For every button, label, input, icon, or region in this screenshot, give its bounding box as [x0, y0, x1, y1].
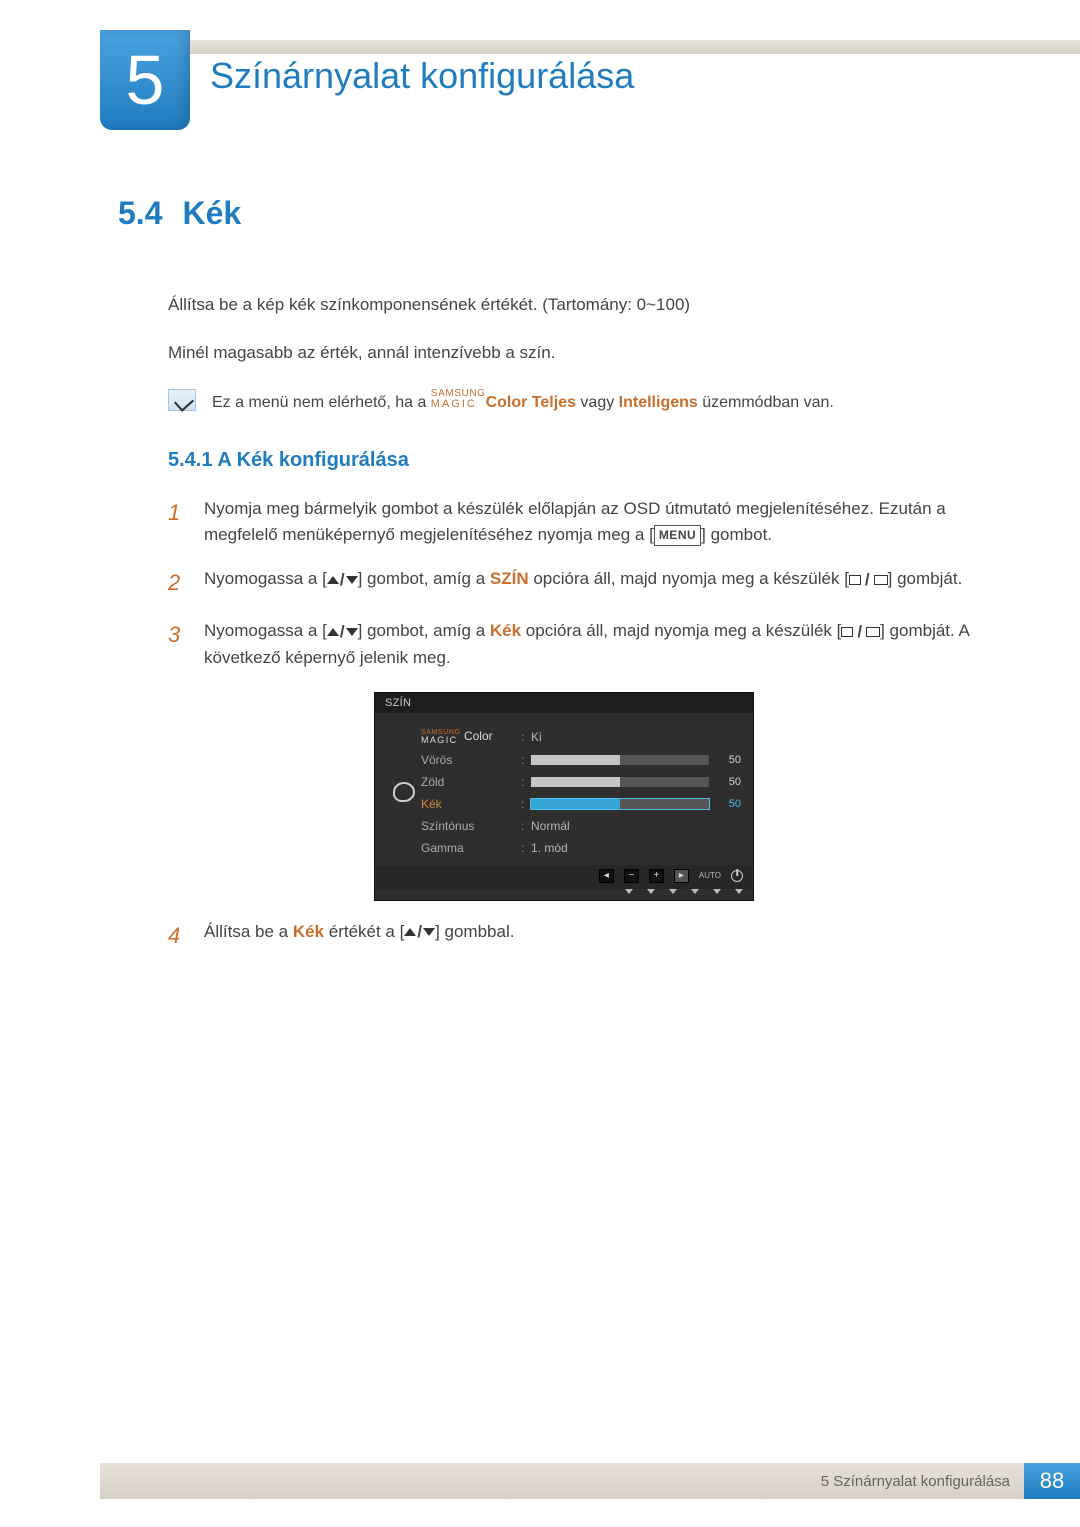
osd-back-icon: ◂ [599, 869, 614, 883]
step2-b: ] gombot, amíg a [358, 569, 490, 588]
step3-c: opcióra áll, majd nyomja meg a készülék … [521, 621, 841, 640]
osd-row-szintonus: Színtónus [421, 819, 521, 833]
osd-row-kek: Kék [421, 797, 521, 811]
step-number: 3 [168, 618, 188, 671]
up-down-arrows-icon: / [404, 919, 435, 945]
osd-row-magic-label: SAMSUNGMAGIC Color [421, 729, 521, 745]
osd-magic-value: Ki [531, 730, 709, 744]
step4-hl: Kék [293, 922, 324, 941]
step-3: 3 Nyomogassa a [/] gombot, amíg a Kék op… [168, 618, 1010, 671]
intro-para-2: Minél magasabb az érték, annál intenzíve… [168, 340, 1010, 366]
step-text: Nyomja meg bármelyik gombot a készülék e… [204, 496, 1010, 549]
osd-zold-bar [531, 777, 709, 787]
step-text: Nyomogassa a [/] gombot, amíg a Kék opci… [204, 618, 1010, 671]
osd-body: SAMSUNGMAGIC Color : Ki Vörös : 50 Zöld … [375, 713, 753, 865]
section-number: 5.4 [118, 195, 162, 232]
magic-bottom: MAGIC [431, 399, 486, 410]
step-number: 2 [168, 566, 188, 600]
osd-kek-bar [531, 799, 709, 809]
chapter-title: Színárnyalat konfigurálása [210, 55, 634, 97]
osd-gamma-val: 1. mód [531, 841, 709, 855]
step3-b: ] gombot, amíg a [358, 621, 490, 640]
note-post: üzemmódban van. [698, 394, 834, 411]
step2-hl: SZÍN [490, 569, 529, 588]
step4-c: ] gombbal. [435, 922, 514, 941]
step2-c: opcióra áll, majd nyomja meg a készülék … [529, 569, 849, 588]
chapter-badge: 5 [100, 30, 190, 130]
osd-power-icon [731, 870, 743, 882]
step-number: 1 [168, 496, 188, 549]
osd-sep: : [521, 730, 531, 744]
step-text: Állítsa be a Kék értékét a [/] gombbal. [204, 919, 514, 953]
intro-para-1: Állítsa be a kép kék színkomponensének é… [168, 292, 1010, 318]
osd-auto-label: AUTO [699, 871, 721, 880]
step-4: 4 Állítsa be a Kék értékét a [/] gombbal… [168, 919, 1010, 953]
osd-szintonus-val: Normál [531, 819, 709, 833]
subsection-number: 5.4.1 [168, 449, 212, 471]
note-hl-2: Intelligens [619, 394, 698, 411]
subsection-title: A Kék konfigurálása [217, 449, 409, 471]
step-1: 1 Nyomja meg bármelyik gombot a készülék… [168, 496, 1010, 549]
osd-button-indicator-row [375, 889, 753, 900]
page-content: 5.4 Kék Állítsa be a kép kék színkompone… [118, 195, 1010, 971]
source-enter-icon: / [849, 567, 888, 593]
step-number: 4 [168, 919, 188, 953]
osd-voros-bar [531, 755, 709, 765]
note-block: Ez a menü nem elérhető, ha a SAMSUNG MAG… [168, 389, 1010, 415]
osd-kek-val: 50 [709, 798, 741, 810]
step3-a: Nyomogassa a [ [204, 621, 327, 640]
osd-enter-icon: ▸ [674, 869, 689, 883]
osd-plus-icon: + [649, 869, 664, 883]
note-color-word: Color [486, 394, 528, 411]
footer-label: 5 Színárnyalat konfigurálása [821, 1473, 1010, 1490]
step-2: 2 Nyomogassa a [/] gombot, amíg a SZÍN o… [168, 566, 1010, 600]
chapter-number: 5 [126, 40, 165, 120]
up-down-arrows-icon: / [327, 619, 358, 645]
up-down-arrows-icon: / [327, 567, 358, 593]
palette-icon [387, 782, 421, 802]
osd-row-zold: Zöld [421, 775, 521, 789]
section-heading: 5.4 Kék [118, 195, 1010, 232]
osd-voros-val: 50 [709, 754, 741, 766]
step3-hl: Kék [490, 621, 521, 640]
note-mid: vagy [576, 394, 619, 411]
note-pre: Ez a menü nem elérhető, ha a [212, 394, 431, 411]
osd-zold-val: 50 [709, 776, 741, 788]
note-icon [168, 389, 196, 411]
osd-screenshot: SZÍN SAMSUNGMAGIC Color : Ki Vörös : 50 … [374, 692, 754, 901]
step4-b: értékét a [ [324, 922, 404, 941]
page-number: 88 [1024, 1463, 1080, 1499]
footer-bar: 5 Színárnyalat konfigurálása 88 [100, 1463, 1080, 1499]
osd-row-gamma: Gamma [421, 841, 521, 855]
step1-a: Nyomja meg bármelyik gombot a készülék e… [204, 499, 946, 544]
osd-row-voros: Vörös [421, 753, 521, 767]
header-bar [100, 40, 1080, 54]
samsung-magic-logo: SAMSUNG MAGIC [431, 389, 486, 410]
step-text: Nyomogassa a [/] gombot, amíg a SZÍN opc… [204, 566, 962, 600]
osd-title: SZÍN [375, 693, 753, 713]
subsection-heading: 5.4.1 A Kék konfigurálása [168, 449, 1010, 472]
osd-minus-icon: − [624, 869, 639, 883]
note-text: Ez a menü nem elérhető, ha a SAMSUNG MAG… [212, 389, 834, 415]
menu-button-icon: MENU [654, 525, 701, 546]
note-hl-1: Teljes [532, 394, 576, 411]
step4-a: Állítsa be a [204, 922, 293, 941]
step2-a: Nyomogassa a [ [204, 569, 327, 588]
step1-b: ] gombot. [701, 525, 772, 544]
source-enter-icon: / [841, 619, 880, 645]
step2-d: ] gombját. [888, 569, 963, 588]
section-title: Kék [182, 195, 241, 232]
osd-button-row: ◂ − + ▸ AUTO [375, 865, 753, 889]
